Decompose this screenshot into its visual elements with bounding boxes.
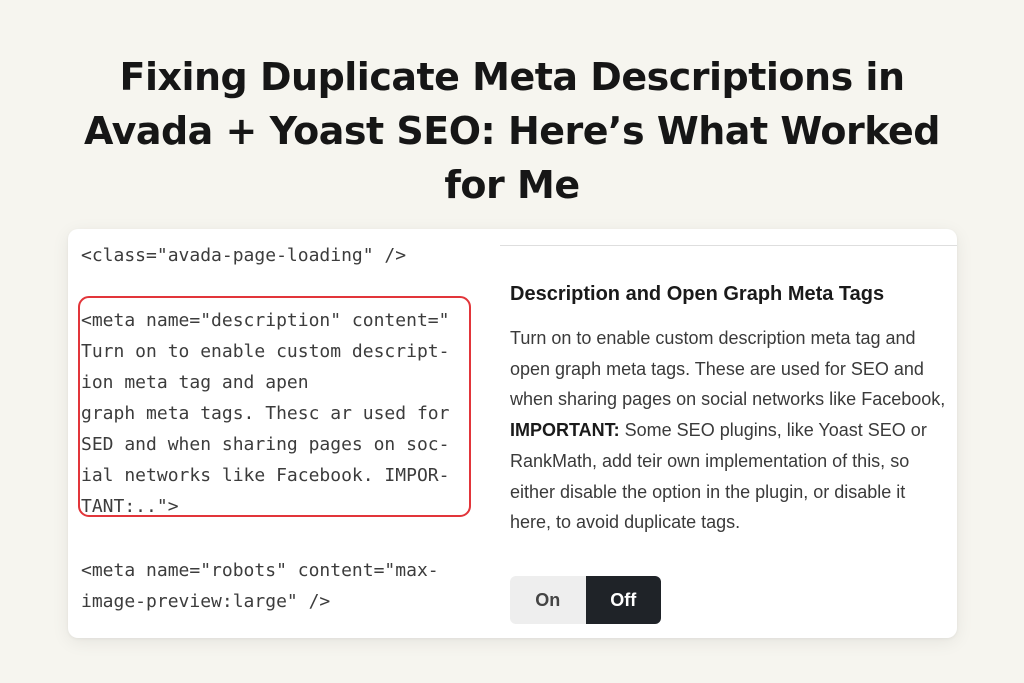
code-meta-robots: <meta name="robots" content="max- image-…: [81, 560, 439, 612]
option-heading: Description and Open Graph Meta Tags: [510, 283, 885, 305]
page-title: Fixing Duplicate Meta Descriptions in Av…: [84, 55, 940, 207]
code-meta-description: <meta name="description" content=" Turn …: [81, 310, 450, 517]
option-description-text: Turn on to enable custom description met…: [510, 328, 946, 410]
option-description: Turn on to enable custom description met…: [510, 323, 950, 538]
important-label: IMPORTANT:: [510, 420, 620, 441]
on-off-toggle[interactable]: On Off: [510, 576, 661, 624]
toggle-off-button[interactable]: Off: [585, 576, 661, 624]
toggle-on-button[interactable]: On: [510, 576, 586, 624]
code-line-page-loading: <class="avada-page-loading" />: [81, 245, 407, 266]
settings-card: <class="avada-page-loading" /> <meta nam…: [68, 229, 957, 638]
divider: [500, 245, 957, 246]
